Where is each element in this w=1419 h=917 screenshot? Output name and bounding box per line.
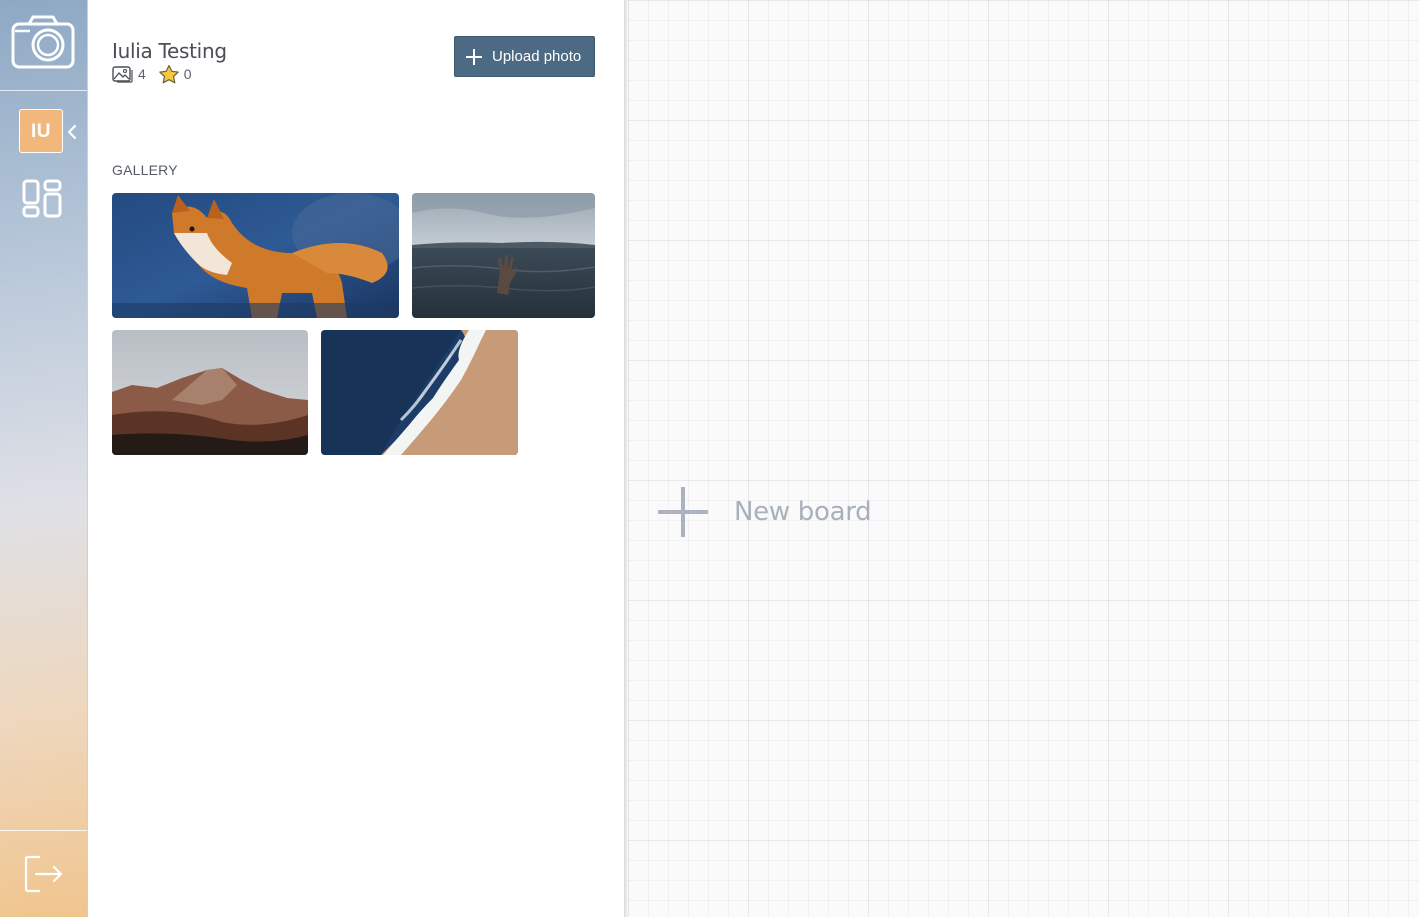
upload-photo-button[interactable]: Upload photo — [454, 36, 595, 77]
left-rail: IU — [0, 0, 88, 917]
sea-hand-photo — [412, 193, 595, 318]
user-name: Iulia Testing — [112, 39, 227, 63]
board-canvas[interactable]: New board — [628, 0, 1419, 917]
photos-icon — [112, 66, 133, 83]
chevron-left-icon[interactable] — [66, 124, 78, 140]
gallery-photo-ocean[interactable] — [321, 330, 518, 455]
gallery-photo-mountains[interactable] — [112, 330, 308, 455]
plus-icon — [658, 487, 708, 537]
fox-photo — [112, 193, 399, 318]
camera-icon[interactable] — [11, 14, 75, 70]
photo-count: 4 — [138, 66, 146, 82]
gallery-title: GALLERY — [112, 162, 178, 178]
app-root: IU Iulia Testing 4 0 Upload photo GALLER… — [0, 0, 1419, 917]
gallery-panel: Iulia Testing 4 0 Upload photo GALLERY — [88, 0, 624, 917]
ocean-photo — [321, 330, 518, 455]
star-icon — [158, 64, 179, 84]
rail-divider-bottom — [0, 830, 87, 831]
gallery-photo-fox[interactable] — [112, 193, 399, 318]
profile-stats: 4 0 — [112, 64, 192, 84]
upload-photo-label: Upload photo — [492, 48, 582, 65]
mountains-photo — [112, 330, 308, 455]
gallery-photo-sea-hand[interactable] — [412, 193, 595, 318]
new-board-label: New board — [734, 497, 872, 527]
rail-divider — [0, 90, 87, 91]
plus-icon — [466, 48, 482, 65]
favorite-count: 0 — [183, 66, 192, 82]
new-board-button[interactable]: New board — [658, 487, 872, 537]
boards-grid-icon[interactable] — [21, 178, 65, 220]
user-avatar[interactable]: IU — [19, 109, 63, 153]
logout-icon[interactable] — [23, 853, 65, 895]
